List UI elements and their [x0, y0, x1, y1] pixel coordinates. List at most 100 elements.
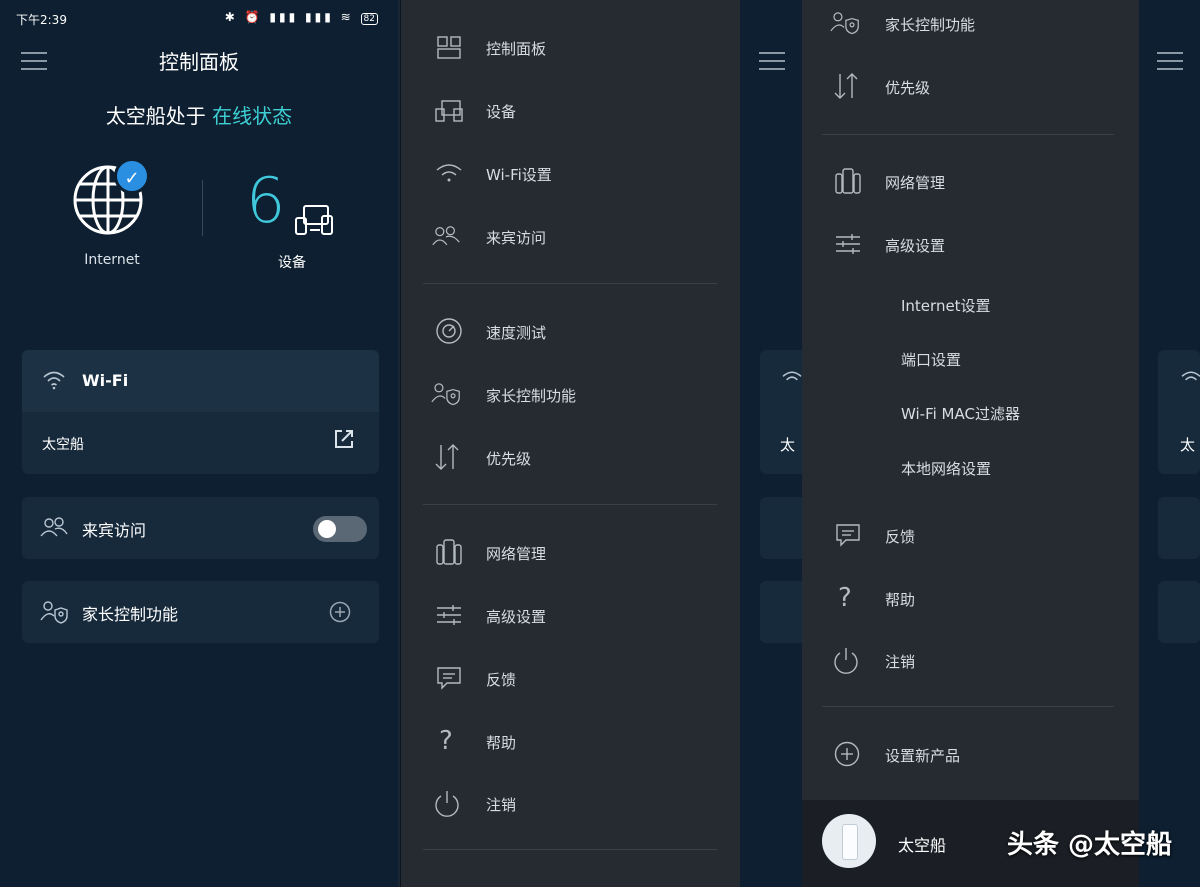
navigation-drawer-scrolled: 家长控制功能 优先级 网络管理 高级设置 Internet设置 端口设置 Wi-…: [802, 0, 1139, 887]
menu-item-wifi-settings[interactable]: Wi-Fi设置: [401, 154, 740, 194]
divider: [822, 134, 1114, 135]
menu-item-help[interactable]: ? 帮助: [401, 722, 740, 762]
menu-label-feedback: 反馈: [885, 528, 916, 546]
internet-label: Internet: [84, 252, 140, 268]
status-prefix: 太空船处于: [105, 104, 206, 128]
page-title: 控制面板: [159, 50, 239, 74]
parental-card-edge[interactable]: [1158, 581, 1200, 643]
sliders-icon: [437, 605, 461, 625]
submenu-local-network[interactable]: 本地网络设置: [901, 458, 991, 479]
chat-bubble-icon: [836, 524, 860, 547]
devices-label: 设备: [278, 255, 306, 271]
parental-control-title: 家长控制功能: [82, 605, 179, 624]
priority-arrows-icon: [435, 444, 459, 470]
status-time: 下午2:39: [16, 13, 67, 27]
devices-icon: [295, 205, 333, 235]
menu-item-priority[interactable]: 优先级: [802, 67, 1139, 107]
wifi-network-name: 太空船: [42, 437, 84, 453]
dashboard-icon: [437, 36, 461, 59]
submenu-port-settings[interactable]: 端口设置: [901, 349, 961, 370]
menu-item-advanced-settings[interactable]: 高级设置: [401, 596, 740, 636]
menu-label-advanced-settings: 高级设置: [885, 237, 946, 255]
menu-label-guest-access: 来宾访问: [486, 229, 547, 247]
menu-icon[interactable]: [759, 52, 785, 70]
menu-icon[interactable]: [1157, 52, 1183, 70]
menu-item-setup-new-product[interactable]: 设置新产品: [802, 735, 1139, 775]
menu-label-network-admin: 网络管理: [885, 174, 946, 192]
divider: [423, 283, 717, 284]
menu-label-dashboard: 控制面板: [486, 40, 547, 58]
network-nodes-icon: [436, 539, 462, 565]
guest-access-title: 来宾访问: [82, 521, 147, 540]
parental-control-card[interactable]: 家长控制功能: [22, 581, 379, 643]
menu-item-logout[interactable]: 注销: [401, 784, 740, 824]
guest-access-toggle[interactable]: [313, 516, 367, 542]
status-highlight: 在线状态: [212, 104, 293, 128]
guests-icon: [432, 226, 460, 246]
menu-item-feedback[interactable]: 反馈: [401, 659, 740, 699]
menu-item-advanced-settings[interactable]: 高级设置: [802, 225, 1139, 265]
menu-item-feedback[interactable]: 反馈: [802, 516, 1139, 556]
wifi-icon: [1181, 371, 1200, 381]
wifi-network-name-edge: 太: [780, 436, 796, 454]
menu-item-help[interactable]: ? 帮助: [802, 579, 1139, 619]
node-name: 太空船: [898, 836, 947, 855]
menu-item-guest-access[interactable]: 来宾访问: [401, 217, 740, 257]
external-link-icon[interactable]: [333, 428, 355, 450]
online-status: 太空船处于 在线状态: [0, 100, 398, 129]
menu-label-priority: 优先级: [486, 450, 532, 468]
devices-icon: [435, 100, 463, 122]
menu-item-priority[interactable]: 优先级: [401, 438, 740, 478]
navigation-drawer-top: 控制面板 设备 Wi-Fi设置 来宾访问 速度测试 家长控制功能 优先级 网络管…: [401, 0, 740, 887]
battery-icon: 82: [360, 13, 378, 25]
wifi-card[interactable]: Wi-Fi 太空船: [22, 350, 379, 474]
menu-label-priority: 优先级: [885, 79, 931, 97]
wifi-icon: [43, 371, 65, 390]
power-icon: [435, 791, 459, 817]
menu-label-advanced-settings: 高级设置: [486, 608, 547, 626]
menu-label-help: 帮助: [486, 734, 517, 752]
wifi-card-header: Wi-Fi: [22, 350, 379, 412]
chat-bubble-icon: [437, 667, 461, 690]
menu-item-dashboard[interactable]: 控制面板: [401, 28, 740, 68]
parental-icon: [830, 12, 859, 35]
power-icon: [834, 648, 858, 674]
priority-arrows-icon: [834, 73, 858, 99]
guest-card-edge[interactable]: [1158, 497, 1200, 559]
menu-label-devices: 设备: [486, 103, 517, 121]
parental-icon: [431, 383, 460, 406]
divider: [822, 706, 1114, 707]
divider: [423, 849, 717, 850]
divider: [202, 180, 203, 236]
dashboard-with-drawer-panel: 太 太 家长控制功能 优先级 网络管理 高级设置 Internet设置 端口设置…: [740, 0, 1200, 887]
menu-item-logout[interactable]: 注销: [802, 641, 1139, 681]
menu-label-speed-test: 速度测试: [486, 324, 547, 342]
menu-item-network-admin[interactable]: 网络管理: [401, 533, 740, 573]
menu-label-network-admin: 网络管理: [486, 545, 547, 563]
menu-label-logout: 注销: [486, 796, 517, 814]
menu-item-speed-test[interactable]: 速度测试: [401, 312, 740, 352]
menu-item-parental-controls[interactable]: 家长控制功能: [802, 4, 1139, 44]
submenu-internet-settings[interactable]: Internet设置: [901, 295, 991, 316]
status-icons: ✱ ⏰ ▮▮▮ ▮▮▮ ≋ 82: [225, 10, 378, 25]
menu-item-devices[interactable]: 设备: [401, 91, 740, 131]
wifi-icon: [782, 371, 802, 381]
add-icon[interactable]: [329, 601, 351, 623]
menu-label-logout: 注销: [885, 653, 916, 671]
dashboard-panel: 下午2:39 ✱ ⏰ ▮▮▮ ▮▮▮ ≋ 82 控制面板 太空船处于 在线状态 …: [0, 0, 400, 887]
guest-access-card[interactable]: 来宾访问: [22, 497, 379, 559]
wifi-network-row[interactable]: 太空船: [22, 412, 379, 474]
device-count[interactable]: 6: [246, 166, 285, 236]
wifi-network-name-edge: 太: [1180, 436, 1196, 454]
menu-item-parental-controls[interactable]: 家长控制功能: [401, 375, 740, 415]
menu-label-feedback: 反馈: [486, 671, 517, 689]
wifi-card-edge[interactable]: [1158, 350, 1200, 474]
divider: [423, 504, 717, 505]
toggle-knob: [318, 520, 336, 538]
status-icon-glyphs: ✱ ⏰ ▮▮▮ ▮▮▮ ≋: [224, 10, 354, 24]
add-circle-icon: [834, 741, 860, 767]
menu-item-network-admin[interactable]: 网络管理: [802, 162, 1139, 202]
submenu-mac-filter[interactable]: Wi-Fi MAC过滤器: [901, 403, 1020, 424]
guests-icon: [40, 517, 68, 537]
help-icon: ?: [439, 726, 453, 756]
